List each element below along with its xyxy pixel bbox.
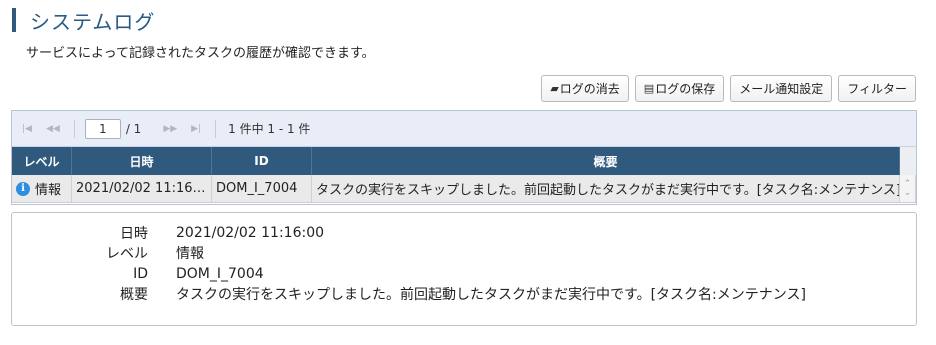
detail-row-level: レベル 情報	[12, 243, 204, 263]
next-page-icon[interactable]: ▶▶	[163, 124, 177, 134]
column-header-datetime[interactable]: 日時	[72, 147, 212, 175]
log-grid: |◀ ◀◀ 1 / 1 ▶▶ ▶| 1 件中 1 - 1 件 レベル 日時 ID…	[11, 110, 917, 205]
page-total: / 1	[125, 121, 142, 136]
clear-log-label: ログの消去	[559, 82, 620, 96]
last-page-icon[interactable]: ▶|	[191, 124, 201, 134]
first-page-icon[interactable]: |◀	[22, 124, 32, 134]
detail-value-level: 情報	[176, 246, 204, 262]
scroll-down-icon[interactable]: ⌄	[904, 188, 912, 198]
column-header-summary[interactable]: 概要	[312, 147, 900, 175]
detail-row-datetime: 日時 2021/02/02 11:16:00	[12, 223, 324, 243]
vertical-scrollbar[interactable]: ⌃ ⌄	[900, 175, 916, 202]
title-accent-bar	[12, 8, 16, 32]
cell-level: i 情報	[12, 175, 72, 202]
toolbar: ▰ ログの消去 ▤ ログの保存 メール通知設定 フィルター	[541, 75, 916, 102]
prev-page-icon[interactable]: ◀◀	[46, 124, 60, 134]
detail-label-summary: 概要	[120, 287, 148, 303]
level-text: 情報	[35, 183, 62, 198]
page-title: システムログ	[30, 9, 156, 34]
mail-notification-settings-button[interactable]: メール通知設定	[730, 75, 833, 102]
detail-row-id: ID DOM_I_7004	[12, 264, 264, 284]
datetime-text: 2021/02/02 11:16:00	[76, 181, 208, 196]
cell-summary: タスクの実行をスキップしました。前回起動したタスクがまだ実行中です。[タスク名:…	[312, 175, 900, 202]
detail-value-summary: タスクの実行をスキップしました。前回起動したタスクがまだ実行中です。[タスク名:…	[176, 287, 806, 303]
page-number-input[interactable]: 1	[84, 118, 121, 139]
table-header: レベル 日時 ID 概要	[12, 147, 916, 175]
save-log-button[interactable]: ▤ ログの保存	[634, 75, 725, 102]
pager-divider	[215, 119, 217, 138]
clear-log-button[interactable]: ▰ ログの消去	[541, 75, 629, 102]
detail-label-level: レベル	[106, 246, 148, 262]
column-header-id[interactable]: ID	[212, 147, 312, 175]
pager-divider	[73, 119, 75, 138]
eraser-icon: ▰	[550, 82, 559, 95]
page-header: システムログ	[12, 8, 156, 34]
pager: |◀ ◀◀ 1 / 1 ▶▶ ▶| 1 件中 1 - 1 件	[12, 111, 916, 147]
save-log-label: ログの保存	[655, 82, 716, 96]
detail-label-datetime: 日時	[120, 226, 148, 242]
cell-datetime: 2021/02/02 11:16:00	[72, 175, 212, 202]
header-scroll-spacer	[900, 147, 916, 175]
detail-panel: 日時 2021/02/02 11:16:00 レベル 情報 ID DOM_I_7…	[11, 212, 917, 326]
cell-id: DOM_I_7004	[212, 175, 312, 202]
table-row[interactable]: i 情報 2021/02/02 11:16:00 DOM_I_7004 タスクの…	[12, 175, 916, 203]
detail-value-datetime: 2021/02/02 11:16:00	[176, 225, 325, 241]
detail-value-id: DOM_I_7004	[176, 266, 264, 282]
filter-button[interactable]: フィルター	[838, 75, 916, 102]
detail-row-summary: 概要 タスクの実行をスキップしました。前回起動したタスクがまだ実行中です。[タス…	[12, 284, 806, 304]
page-subtitle: サービスによって記録されたタスクの履歴が確認できます。	[26, 46, 375, 61]
column-header-level[interactable]: レベル	[12, 147, 72, 175]
save-icon: ▤	[643, 82, 655, 95]
pager-info: 1 件中 1 - 1 件	[228, 122, 311, 136]
detail-label-id: ID	[133, 266, 148, 282]
info-icon: i	[16, 181, 30, 196]
